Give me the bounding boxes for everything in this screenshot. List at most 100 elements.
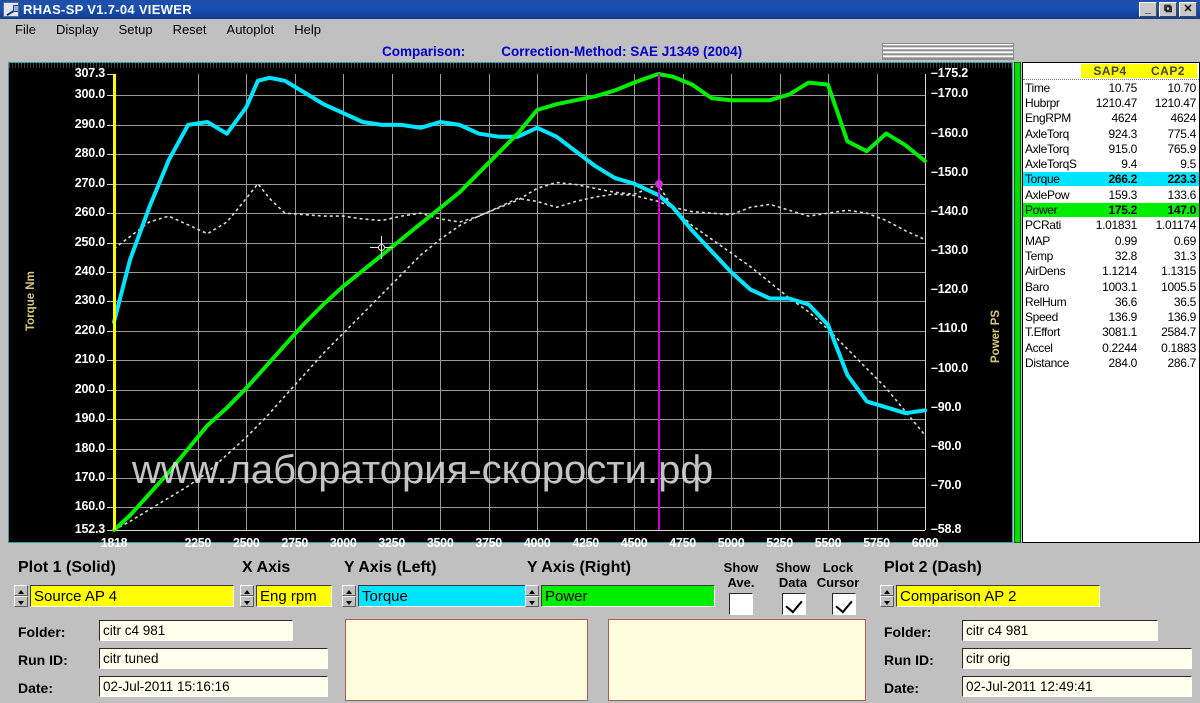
- readout-row-value-sap4: 0.99: [1114, 233, 1137, 248]
- show-data-checkbox[interactable]: [782, 593, 806, 615]
- menu-item-help[interactable]: Help: [284, 21, 331, 38]
- readout-row-value-cap2: 1210.47: [1154, 95, 1197, 110]
- comparison-label: Comparison:: [382, 44, 466, 59]
- plot2-runid-field[interactable]: citr orig: [962, 648, 1192, 669]
- menu-item-file[interactable]: File: [5, 21, 46, 38]
- readout-row: Hubrpr 1210.47 1210.47: [1023, 95, 1199, 110]
- readout-row-value-cap2: 147.0: [1140, 203, 1199, 218]
- plot1-source-spinner[interactable]: [14, 585, 28, 607]
- right-green-scroll[interactable]: [1014, 62, 1021, 543]
- plot1-note-box[interactable]: [345, 619, 588, 701]
- x-axis-spinner-down[interactable]: [240, 596, 254, 607]
- readout-row-label: Speed: [1025, 310, 1058, 325]
- menu-item-reset[interactable]: Reset: [163, 21, 217, 38]
- menu-item-display[interactable]: Display: [46, 21, 109, 38]
- y-right-spinner-down[interactable]: [525, 596, 539, 607]
- plot2-date-label: Date:: [884, 680, 920, 696]
- readout-row-label: AxlePow: [1025, 187, 1070, 202]
- y-axis-left-spinner[interactable]: [342, 585, 356, 607]
- readout-row-label: AxleTorq: [1025, 141, 1069, 156]
- readout-row-value-sap4: 175.2: [1081, 203, 1140, 218]
- close-button[interactable]: ✕: [1179, 2, 1197, 17]
- readout-row-label: RelHum: [1025, 294, 1067, 309]
- readout-row: Baro 1003.1 1005.5: [1023, 279, 1199, 294]
- x-axis-spinner-up[interactable]: [240, 585, 254, 596]
- menu-item-autoplot[interactable]: Autoplot: [217, 21, 285, 38]
- y-axis-right-spinner[interactable]: [525, 585, 539, 607]
- plot2-date-field[interactable]: 02-Jul-2011 12:49:41: [962, 676, 1192, 697]
- watermark-text: www.лаборатория-скорости.рф: [132, 448, 714, 492]
- show-data-title-line1: Show: [775, 560, 811, 575]
- y-left-spinner-up[interactable]: [342, 585, 356, 596]
- readout-row-value-cap2: 1.1315: [1161, 264, 1196, 279]
- lock-cursor-title-line1: Lock: [822, 560, 854, 575]
- show-ave-title-line2: Ave.: [727, 575, 755, 590]
- plot2-source-select[interactable]: Comparison AP 2: [896, 585, 1100, 607]
- chart-series-solid: [112, 75, 927, 416]
- readout-row-value-sap4: 924.3: [1108, 126, 1137, 141]
- readout-row-value-sap4: 1003.1: [1102, 279, 1137, 294]
- readout-row-label: EngRPM: [1025, 111, 1071, 126]
- plot1-spinner-up[interactable]: [14, 585, 28, 596]
- y-right-spinner-up[interactable]: [525, 585, 539, 596]
- y-left-spinner-down[interactable]: [342, 596, 356, 607]
- readout-row-label: AirDens: [1025, 264, 1066, 279]
- readout-row-value-cap2: 31.3: [1173, 248, 1196, 263]
- show-ave-checkbox[interactable]: [729, 593, 753, 615]
- readout-row-value-sap4: 0.2244: [1102, 340, 1137, 355]
- plot2-spinner-down[interactable]: [880, 596, 894, 607]
- plot1-runid-label: Run ID:: [18, 652, 68, 668]
- readout-row-label: Baro: [1025, 279, 1049, 294]
- plot1-date-field[interactable]: 02-Jul-2011 15:16:16: [99, 676, 328, 697]
- mouse-crosshair-icon: [369, 235, 393, 259]
- readout-row-value-cap2: 9.5: [1180, 157, 1196, 172]
- readout-row-value-sap4: 915.0: [1108, 141, 1137, 156]
- dyno-chart[interactable]: 307.3 300.0 290.0 280.0 270.0 260.0 250.0 240.0…: [8, 62, 1013, 550]
- readout-row-label: Torque: [1023, 172, 1081, 187]
- x-axis-spinner[interactable]: [240, 585, 254, 607]
- cursor-line-left[interactable]: [113, 74, 116, 530]
- readout-header-cap2: CAP2: [1139, 64, 1197, 78]
- y-axis-right-select[interactable]: Power: [541, 585, 715, 607]
- plot2-note-box[interactable]: [608, 619, 866, 701]
- app-icon: [3, 2, 19, 17]
- menu-bar: File Display Setup Reset Autoplot Help: [0, 19, 1200, 39]
- readout-row-value-sap4: 1.01831: [1095, 218, 1138, 233]
- plot2-source-spinner[interactable]: [880, 585, 894, 607]
- lock-cursor-checkbox[interactable]: [832, 593, 856, 615]
- plot2-folder-field[interactable]: citr c4 981: [962, 620, 1158, 641]
- maximize-button[interactable]: ⧉: [1159, 2, 1177, 17]
- control-panel: Plot 1 (Solid) Source AP 4 Folder: citr …: [0, 549, 1200, 703]
- minimize-button[interactable]: _: [1139, 2, 1157, 17]
- maximize-icon: ⧉: [1164, 3, 1172, 15]
- plot1-folder-field[interactable]: citr c4 981: [99, 620, 293, 641]
- readout-row-value-sap4: 4624: [1111, 111, 1138, 126]
- readout-row: PCRati 1.01831 1.01174: [1023, 218, 1199, 233]
- plot2-spinner-up[interactable]: [880, 585, 894, 596]
- readout-row-value-sap4: 266.2: [1081, 172, 1140, 187]
- show-ave-title-line1: Show: [723, 560, 759, 575]
- menu-item-setup[interactable]: Setup: [109, 21, 163, 38]
- readout-row: AxleTorq 915.0 765.9: [1023, 141, 1199, 156]
- readout-data-panel: SAP4 CAP2 Time 10.75 10.70 Hubrpr 1210.47 121…: [1022, 62, 1200, 543]
- plot1-source-select[interactable]: Source AP 4: [30, 585, 234, 607]
- readout-row: Power 175.2 147.0: [1023, 202, 1199, 218]
- plot1-runid-field[interactable]: citr tuned: [99, 648, 328, 669]
- readout-row-value-sap4: 3081.1: [1102, 325, 1137, 340]
- readout-row-label: T.Effort: [1025, 325, 1060, 340]
- comparison-header: Comparison: Correction-Method: SAE J1349…: [0, 41, 1200, 62]
- readout-row-label: Accel: [1025, 340, 1053, 355]
- readout-row-label: Hubrpr: [1025, 95, 1060, 110]
- readout-row-value-sap4: 159.3: [1108, 187, 1137, 202]
- readout-row-label: AxleTorqS: [1025, 157, 1077, 172]
- readout-row-label: MAP: [1025, 233, 1050, 248]
- plot1-spinner-down[interactable]: [14, 596, 28, 607]
- plot2-title: Plot 2 (Dash): [884, 559, 982, 576]
- x-axis-select[interactable]: Eng rpm: [256, 585, 332, 607]
- readout-row-label: PCRati: [1025, 218, 1061, 233]
- y-axis-left-select[interactable]: Torque: [358, 585, 536, 607]
- readout-header-row: SAP4 CAP2: [1023, 63, 1199, 80]
- plot2-folder-label: Folder:: [884, 624, 932, 640]
- header-scrollbar[interactable]: [882, 43, 1014, 60]
- readout-row: Distance 284.0 286.7: [1023, 355, 1199, 370]
